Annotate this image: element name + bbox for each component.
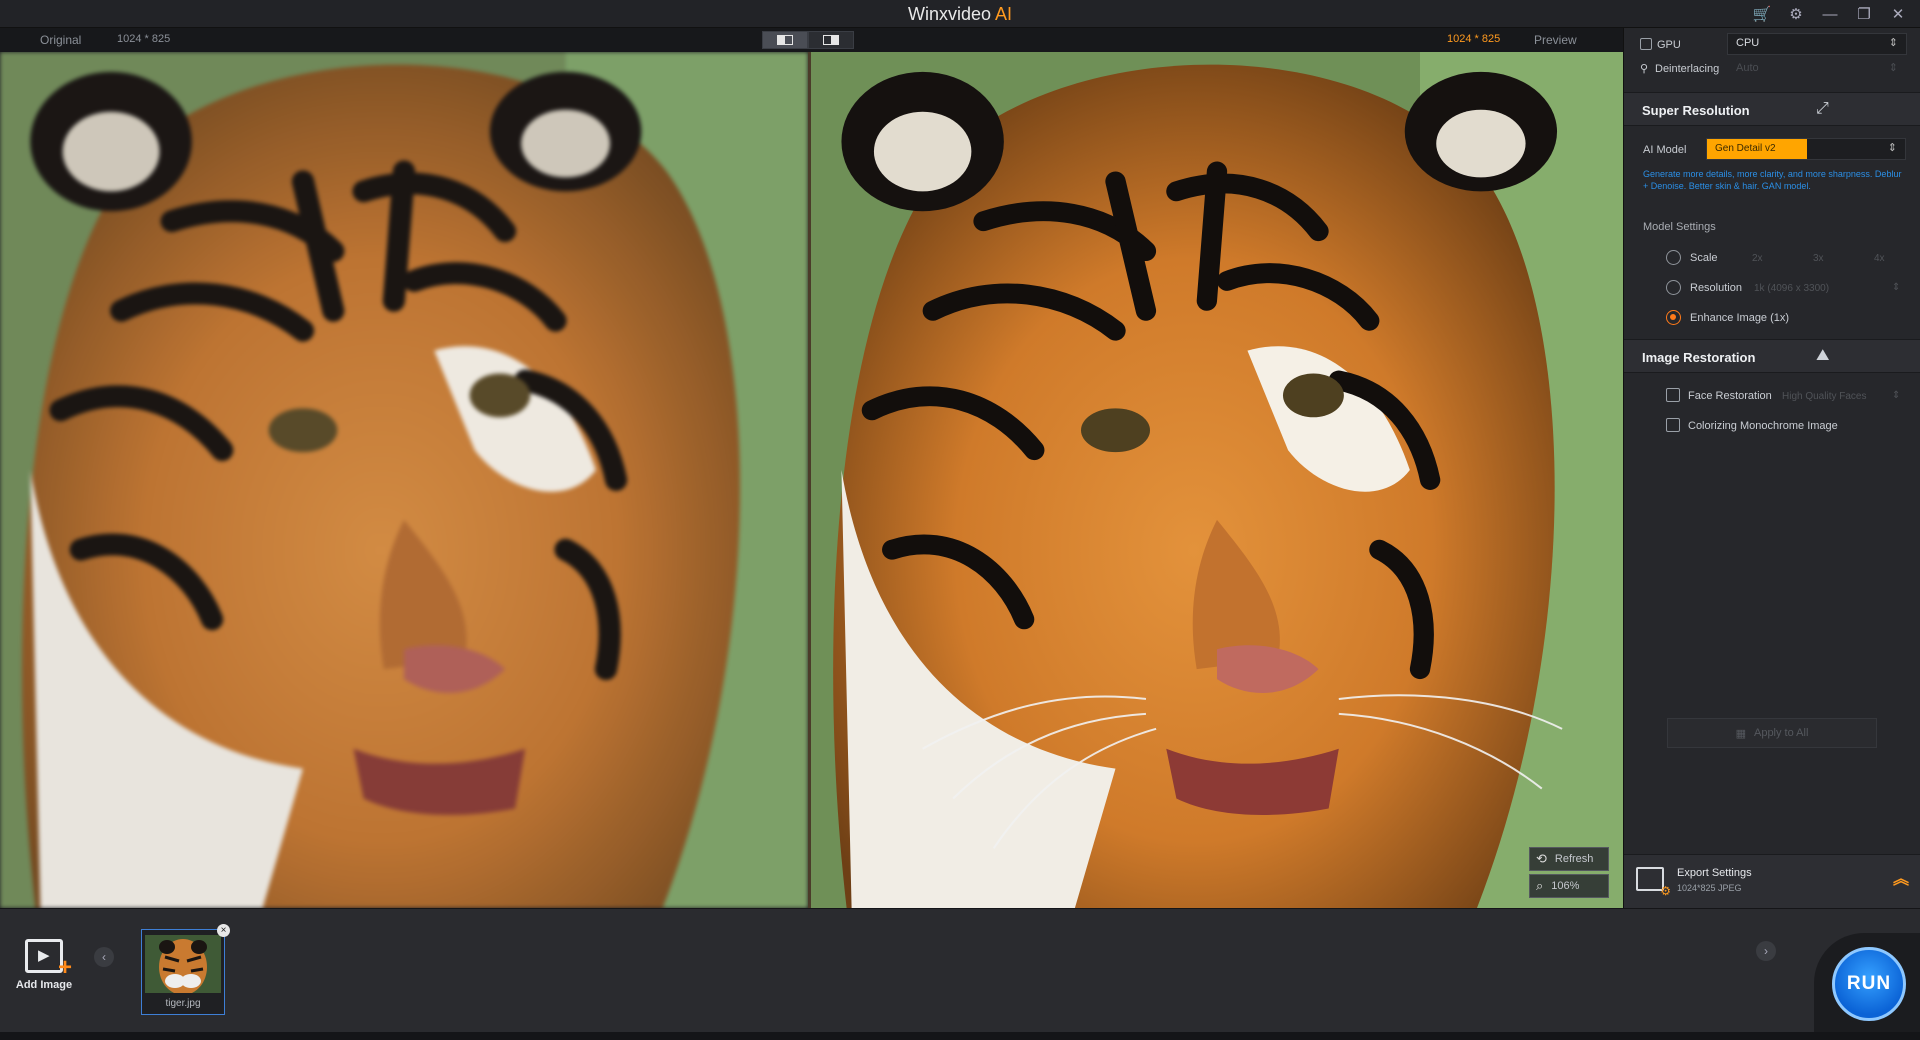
ai-model-select[interactable]: Gen Detail v2 ⇕ [1706,138,1906,160]
gear-icon[interactable]: ⚙ [1782,2,1810,26]
refresh-icon: ⟲ [1536,851,1547,866]
minimize-icon[interactable]: — [1816,2,1844,26]
split-view-icon [777,35,793,45]
enhance-image-radio[interactable] [1666,310,1681,325]
run-button[interactable]: RUN [1832,947,1906,1021]
resolution-label: Resolution [1690,282,1742,294]
thumbnail-name: tiger.jpg [165,998,201,1009]
bottom-edge [0,1032,1920,1040]
colorizing-label: Colorizing Monochrome Image [1688,420,1838,432]
image-restoration-title: Image Restoration [1642,350,1756,365]
app-title-text: Winxvideo [907,4,991,24]
title-bar: Winxvideo AI 🛒 ⚙ — ❐ ✕ [0,0,1920,28]
deinterlacing-label: Deinterlacing [1655,63,1720,75]
add-image-button[interactable]: Add Image [12,939,76,991]
app-window: Winxvideo AI 🛒 ⚙ — ❐ ✕ Original 1024 * 82… [0,0,1920,1040]
scale-option-4x[interactable]: 4x [1874,253,1885,264]
scale-label: Scale [1690,252,1718,264]
apply-all-icon: ▦ [1735,727,1746,740]
select-arrows-icon: ⇕ [1892,390,1901,401]
super-resolution-header: Super Resolution ⤢ [1624,92,1920,126]
export-settings-detail: 1024*825 JPEG [1677,883,1742,893]
deinterlacing-value: Auto [1736,62,1759,74]
ai-model-label: AI Model [1643,144,1687,156]
close-icon[interactable]: ✕ [1884,2,1912,26]
app-title: Winxvideo AI [0,4,1920,25]
remove-thumbnail-icon[interactable]: × [217,924,230,937]
cart-icon[interactable]: 🛒 [1748,2,1776,26]
scroll-right-button[interactable]: › [1756,941,1776,961]
side-by-side-icon [823,35,839,45]
apply-to-all-button[interactable]: ▦ Apply to All [1667,718,1877,748]
resolution-radio[interactable] [1666,280,1681,295]
deinterlacing-icon: ⚲ [1640,63,1649,75]
model-settings-label: Model Settings [1643,221,1716,233]
face-restoration-value[interactable]: High Quality Faces [1782,391,1866,402]
scroll-left-button[interactable]: ‹ [94,947,114,967]
zoom-button[interactable]: ⌕ 106% [1529,874,1609,898]
restore-icon[interactable]: ❐ [1850,2,1878,26]
export-settings-icon [1636,867,1671,898]
face-restoration-label: Face Restoration [1688,390,1772,402]
select-arrows-icon: ⇕ [1888,37,1898,49]
preview-tools: ⟲ Refresh ⌕ 106% [1529,844,1609,898]
split-view-button[interactable] [762,31,808,49]
gpu-checkbox[interactable] [1640,38,1652,50]
colorizing-checkbox[interactable] [1666,418,1680,432]
thumbnail-image [145,935,221,993]
original-label: Original [40,33,82,47]
bottom-bar: Add Image ‹ tiger.jpg × › RUN [0,908,1920,1033]
scale-option-3x[interactable]: 3x [1813,253,1824,264]
select-arrows-icon: ⇕ [1887,142,1897,154]
device-value: CPU [1736,37,1760,49]
scale-radio[interactable] [1666,250,1681,265]
preview-resolution: 1024 * 825 [1447,33,1501,45]
app-title-ai: AI [995,4,1013,24]
preview-image-pane[interactable]: ⟲ Refresh ⌕ 106% [811,52,1623,908]
zoom-icon: ⌕ [1536,878,1544,893]
original-image-pane[interactable] [0,52,808,908]
original-tiger-image [0,52,808,908]
side-by-side-button[interactable] [808,31,854,49]
original-resolution: 1024 * 825 [117,33,171,45]
deinterlacing-select[interactable]: Auto ⇕ [1727,58,1907,80]
super-resolution-title: Super Resolution [1642,103,1750,118]
face-restoration-checkbox[interactable] [1666,388,1680,402]
refresh-button[interactable]: ⟲ Refresh [1529,847,1609,871]
settings-panel: GPU CPU ⇕ ⚲ Deinterlacing Auto ⇕ Super R… [1623,28,1920,908]
preview-tiger-image [811,52,1623,908]
export-settings[interactable]: Export Settings 1024*825 JPEG ︽ [1624,854,1920,908]
device-select[interactable]: CPU ⇕ [1727,33,1907,55]
export-settings-title: Export Settings [1677,867,1752,879]
refresh-label: Refresh [1554,853,1594,865]
window-controls: 🛒 ⚙ — ❐ ✕ [1748,2,1912,26]
ai-model-description: Generate more details, more clarity, and… [1643,169,1902,191]
expand-resolution-icon: ⤢ [1816,100,1829,117]
ai-model-value: Gen Detail v2 [1707,139,1807,159]
gpu-label: GPU [1657,39,1681,51]
image-restoration-header: Image Restoration ⛰ [1624,339,1920,373]
select-arrows-icon: ⇕ [1888,62,1898,74]
compare-header: Original 1024 * 825 1024 * 825 Preview [0,28,1623,52]
chevron-up-icon[interactable]: ︽ [1893,865,1909,889]
thumbnail-item[interactable]: tiger.jpg × [141,924,230,1015]
select-arrows-icon: ⇕ [1892,282,1901,293]
run-area: RUN [1814,933,1920,1033]
preview-label: Preview [1534,33,1577,47]
resolution-value[interactable]: 1k (4096 x 3300) [1754,283,1829,294]
view-mode-toggle [762,31,854,49]
enhance-image-label: Enhance Image (1x) [1690,312,1790,324]
apply-all-label: Apply to All [1753,727,1809,739]
add-image-icon [25,939,72,982]
zoom-level: 106% [1551,880,1580,892]
scale-option-2x[interactable]: 2x [1752,253,1763,264]
restoration-icon: ⛰ [1816,347,1830,364]
